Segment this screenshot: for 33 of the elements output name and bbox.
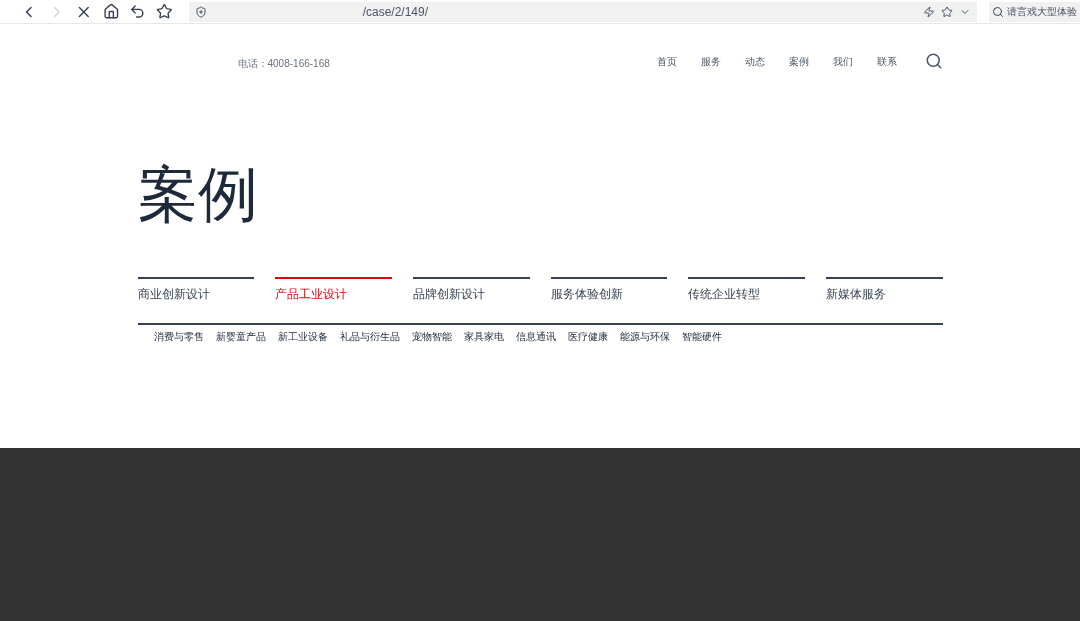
lightning-icon[interactable] <box>923 5 935 18</box>
nav-link[interactable]: 服务 <box>700 53 721 69</box>
category-tab[interactable]: 服务体验创新 <box>550 277 668 303</box>
subcategory-link[interactable]: 家具家电 <box>463 329 504 344</box>
nav-link[interactable]: 首页 <box>656 53 677 69</box>
nav-link[interactable]: 我们 <box>832 53 853 69</box>
search-icon <box>992 5 1004 18</box>
category-tab[interactable]: 新媒体服务 <box>825 277 943 303</box>
subcategory-link[interactable]: 能源与环保 <box>619 329 670 344</box>
subcategory-link[interactable]: 信息通讯 <box>515 329 556 344</box>
subcategory-link[interactable]: 礼品与衍生品 <box>339 329 400 344</box>
category-tab[interactable]: 品牌创新设计 <box>412 277 530 303</box>
subcategory-link[interactable]: 新工业设备 <box>277 329 328 344</box>
address-bar[interactable]: /case/2/149/ <box>188 1 977 22</box>
subcategory-link[interactable]: 新婴童产品 <box>215 329 266 344</box>
home-icon[interactable] <box>102 3 120 20</box>
shield-icon <box>194 5 207 18</box>
category-tab[interactable]: 产品工业设计 <box>275 277 392 303</box>
nav-link[interactable]: 联系 <box>876 53 897 69</box>
search-field[interactable]: 请言戏大型体验 <box>989 1 1080 22</box>
subcategory-link[interactable]: 医疗健康 <box>567 329 608 344</box>
phone-number: 电话：4008-166-168 <box>237 57 330 71</box>
subcategory-link[interactable]: 宠物智能 <box>411 329 452 344</box>
search-icon[interactable] <box>924 52 943 70</box>
category-tab[interactable]: 传统企业转型 <box>688 277 805 303</box>
nav-link[interactable]: 动态 <box>744 53 765 69</box>
star-icon[interactable] <box>941 5 953 18</box>
category-tab[interactable]: 商业创新设计 <box>137 277 255 303</box>
page-title: 案例 <box>137 159 259 229</box>
bookmark-icon[interactable] <box>156 3 173 20</box>
subcategory-link[interactable]: 智能硬件 <box>681 329 722 344</box>
subcategory-link[interactable]: 消费与零售 <box>153 329 204 344</box>
nav-link[interactable]: 案例 <box>788 53 809 69</box>
